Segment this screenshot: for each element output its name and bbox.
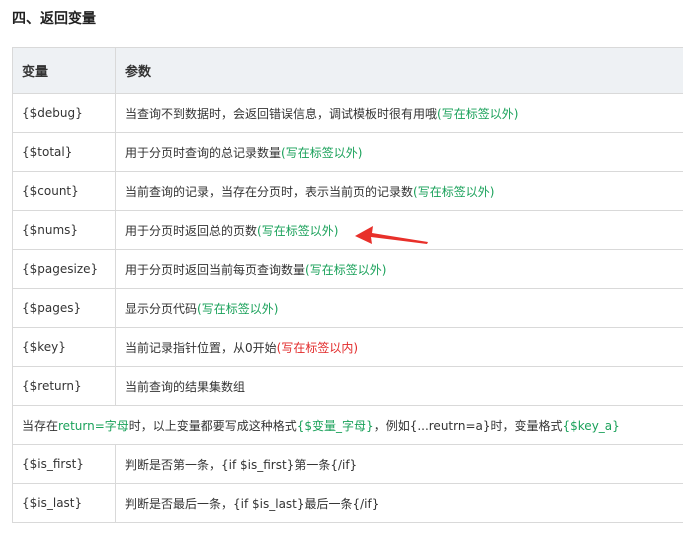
table-row: {$return} 当前查询的结果集数组 [12, 366, 683, 406]
usage-note: (写在标签以外) [437, 106, 519, 121]
table-row: {$key} 当前记录指针位置，从0开始(写在标签以内) [12, 327, 683, 367]
variable-cell: {$key} [12, 327, 116, 367]
table-row: {$pages} 显示分页代码(写在标签以外) [12, 288, 683, 328]
section-title: 四、返回变量 [12, 11, 96, 27]
table-row-full: 当存在return=字母时，以上变量都要写成这种格式{$变量_字母}，例如{..… [12, 405, 683, 445]
description-text: 当查询不到数据时，会返回错误信息，调试模板时很有用哦 [125, 106, 438, 121]
full-width-note-cell: 当存在return=字母时，以上变量都要写成这种格式{$变量_字母}，例如{..… [12, 405, 683, 445]
header-parameter: 参数 [115, 47, 683, 94]
description-text: 用于分页时返回总的页数 [125, 223, 258, 238]
variable-cell: {$pages} [12, 288, 116, 328]
description-text: 当前记录指针位置，从0开始 [125, 340, 277, 355]
description-text: 当前查询的结果集数组 [125, 379, 246, 394]
description-cell: 判断是否最后一条，{if $is_last}最后一条{/if} [115, 483, 683, 523]
note-text: ，例如{...reutrn=a}时，变量格式 [373, 418, 563, 433]
table-header-row: 变量 参数 [12, 47, 683, 94]
description-cell: 显示分页代码(写在标签以外) [115, 288, 683, 328]
description-cell: 用于分页时查询的总记录数量(写在标签以外) [115, 132, 683, 172]
description-text: 用于分页时返回当前每页查询数量 [125, 262, 306, 277]
table-row: {$nums} 用于分页时返回总的页数(写在标签以外) [12, 210, 683, 250]
red-arrow-icon [355, 226, 428, 244]
note-highlight: return=字母 [58, 418, 129, 433]
table-row: {$total} 用于分页时查询的总记录数量(写在标签以外) [12, 132, 683, 172]
description-text: 用于分页时查询的总记录数量 [125, 145, 282, 160]
note-text: 时，以上变量都要写成这种格式 [128, 418, 297, 433]
table-header: 变量 参数 [12, 47, 683, 94]
table-body: {$debug} 当查询不到数据时，会返回错误信息，调试模板时很有用哦(写在标签… [12, 93, 683, 523]
usage-note: (写在标签以外) [413, 184, 495, 199]
usage-note: (写在标签以内) [276, 340, 359, 355]
description-cell: 用于分页时返回当前每页查询数量(写在标签以外) [115, 249, 683, 289]
note-highlight: {$key_a} [562, 418, 620, 433]
note-highlight: {$变量_字母} [296, 418, 374, 433]
variable-cell: {$total} [12, 132, 116, 172]
usage-note: (写在标签以外) [305, 262, 387, 277]
description-text: 显示分页代码 [125, 301, 198, 316]
table-row: {$is_last} 判断是否最后一条，{if $is_last}最后一条{/i… [12, 483, 683, 523]
description-cell: 判断是否第一条，{if $is_first}第一条{/if} [115, 444, 683, 484]
table-row: {$count} 当前查询的记录，当存在分页时，表示当前页的记录数(写在标签以外… [12, 171, 683, 211]
variable-cell: {$return} [12, 366, 116, 406]
table-row: {$debug} 当查询不到数据时，会返回错误信息，调试模板时很有用哦(写在标签… [12, 93, 683, 133]
description-text: 当前查询的记录，当存在分页时，表示当前页的记录数 [125, 184, 414, 199]
variable-cell: {$is_first} [12, 444, 116, 484]
note-text: 当存在 [22, 418, 59, 433]
usage-note: (写在标签以外) [257, 223, 339, 238]
header-variable: 变量 [12, 47, 116, 94]
variable-cell: {$nums} [12, 210, 116, 250]
description-cell: 当前查询的结果集数组 [115, 366, 683, 406]
variable-cell: {$is_last} [12, 483, 116, 523]
variable-cell: {$count} [12, 171, 116, 211]
table-row: {$pagesize} 用于分页时返回当前每页查询数量(写在标签以外) [12, 249, 683, 289]
usage-note: (写在标签以外) [197, 301, 279, 316]
usage-note: (写在标签以外) [281, 145, 363, 160]
description-cell: 当前查询的记录，当存在分页时，表示当前页的记录数(写在标签以外) [115, 171, 683, 211]
table-row: {$is_first} 判断是否第一条，{if $is_first}第一条{/i… [12, 444, 683, 484]
return-variables-table: 变量 参数 {$debug} 当查询不到数据时，会返回错误信息，调试模板时很有用… [12, 47, 683, 523]
description-cell: 当前记录指针位置，从0开始(写在标签以内) [115, 327, 683, 367]
variable-cell: {$pagesize} [12, 249, 116, 289]
variable-cell: {$debug} [12, 93, 116, 133]
description-cell: 当查询不到数据时，会返回错误信息，调试模板时很有用哦(写在标签以外) [115, 93, 683, 133]
